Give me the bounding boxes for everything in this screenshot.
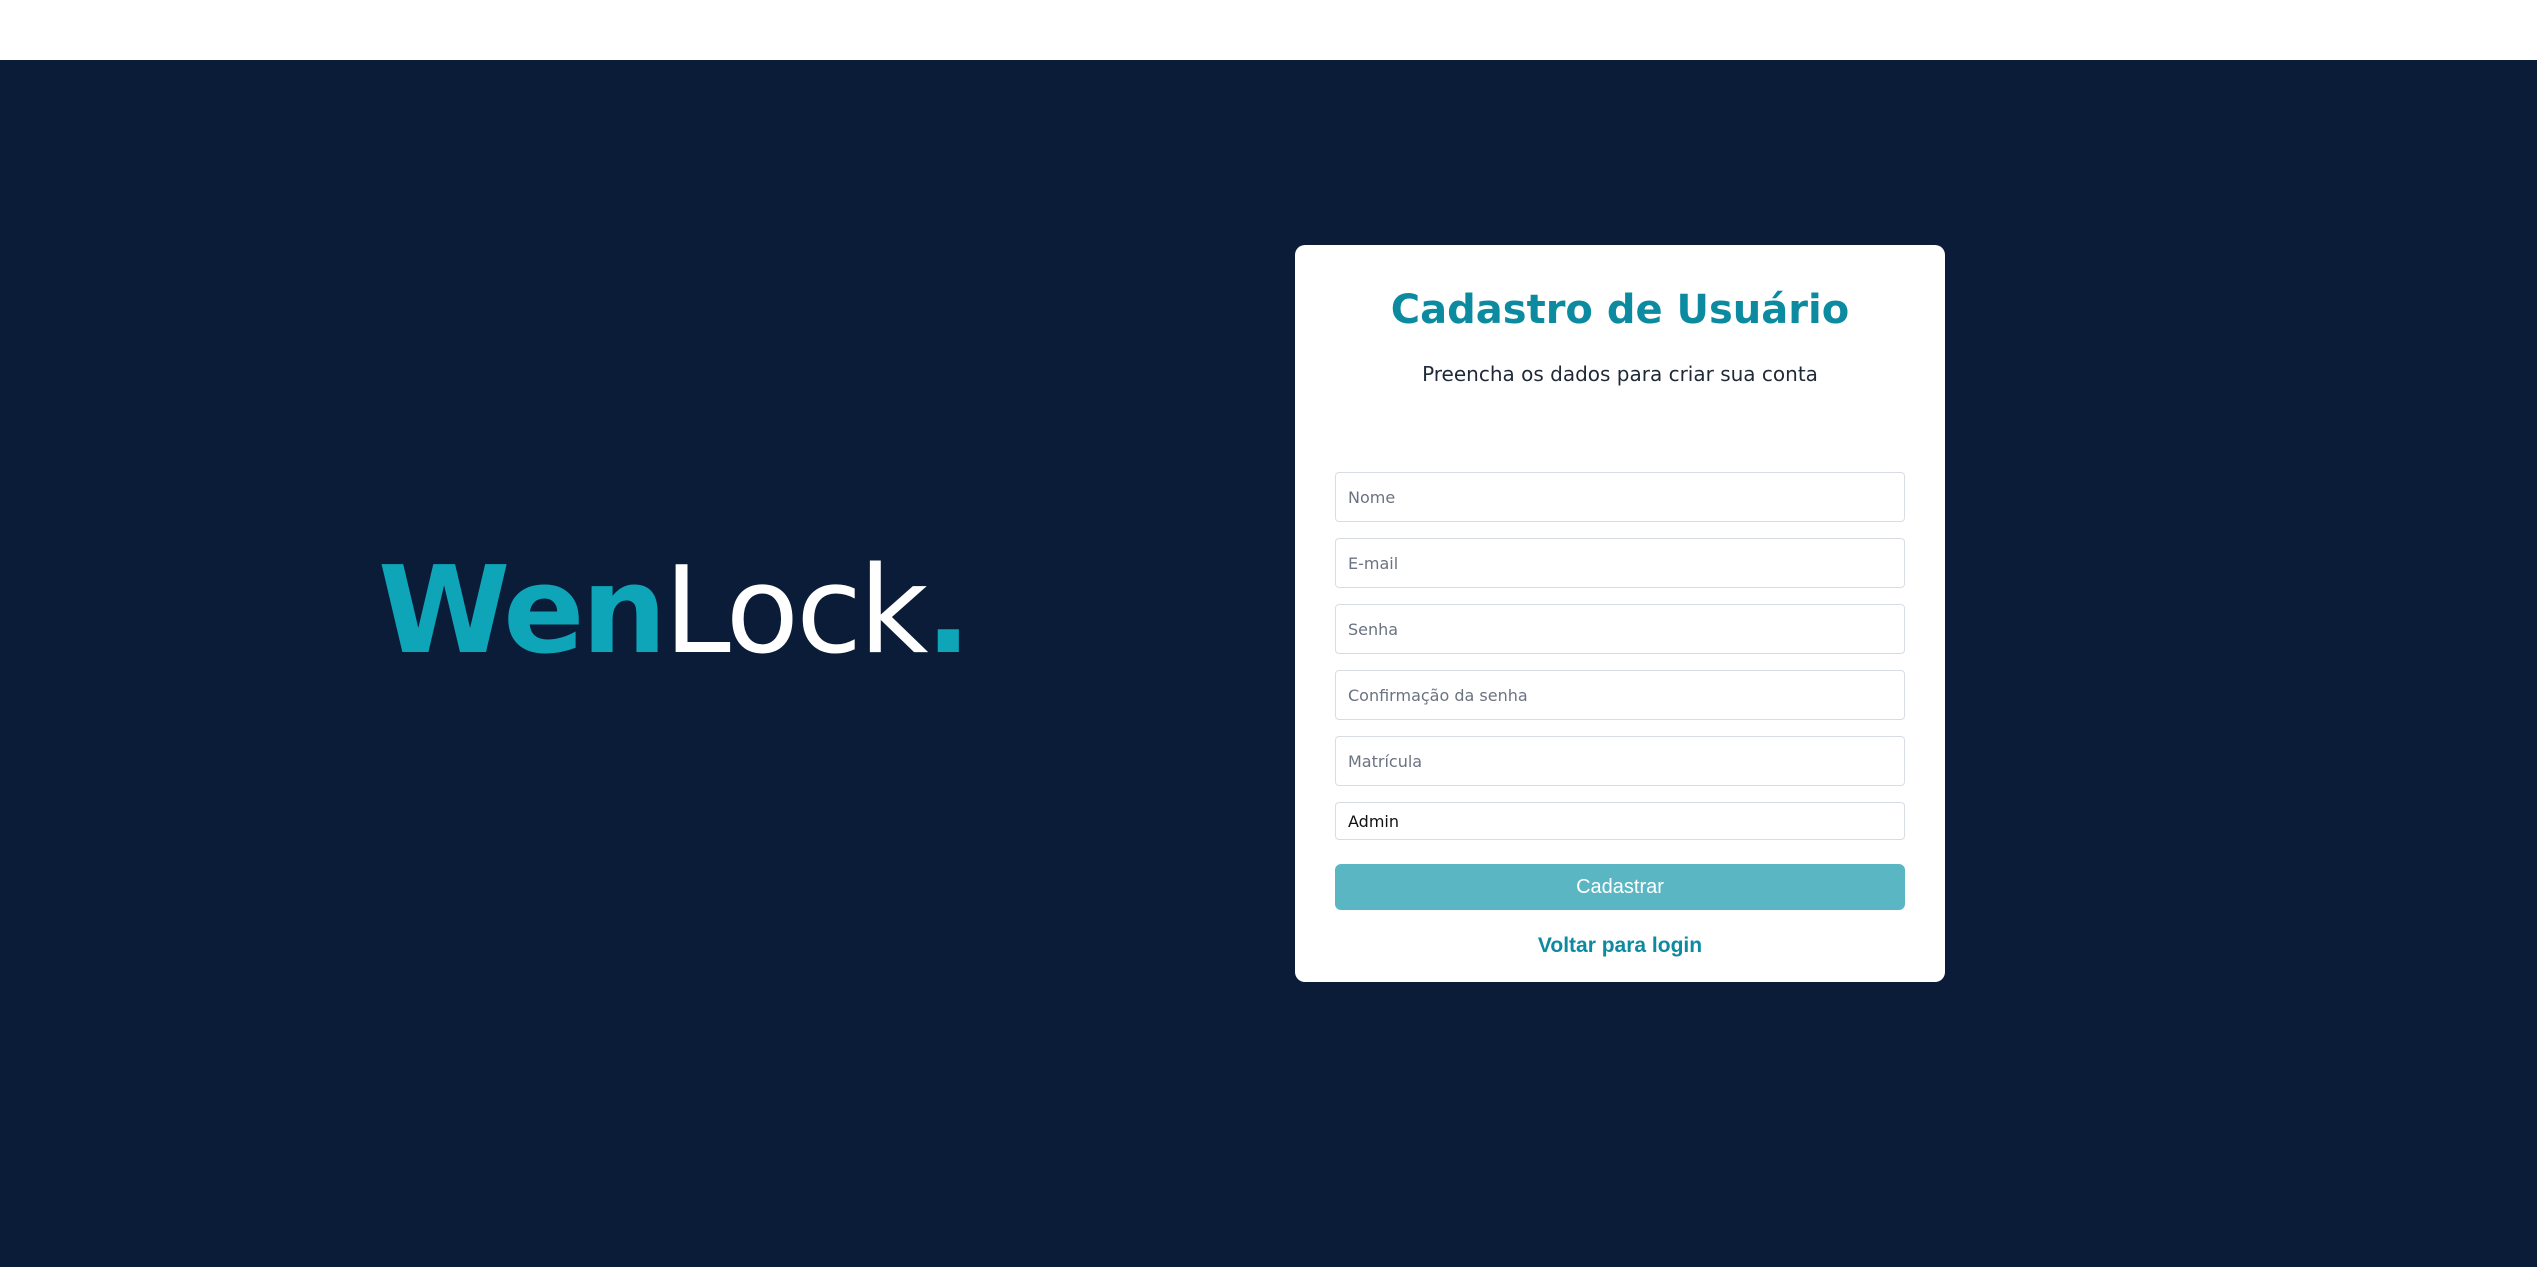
role-select-value: Admin <box>1348 811 1399 831</box>
email-input[interactable] <box>1335 538 1905 588</box>
registration-input[interactable] <box>1335 736 1905 786</box>
name-input[interactable] <box>1335 472 1905 522</box>
form-subtitle: Preencha os dados para criar sua conta <box>1422 362 1818 386</box>
form-title: Cadastro de Usuário <box>1390 287 1850 333</box>
wenlock-logo: WenLock. <box>378 552 971 672</box>
top-bar <box>0 0 2537 60</box>
signup-card: Cadastro de Usuário Preencha os dados pa… <box>1295 245 1945 982</box>
role-select[interactable]: Admin <box>1335 802 1905 840</box>
password-confirm-input[interactable] <box>1335 670 1905 720</box>
logo-lock: Lock <box>663 542 929 681</box>
password-input[interactable] <box>1335 604 1905 654</box>
logo-dot: . <box>925 542 972 681</box>
back-to-login-link[interactable]: Voltar para login <box>1295 934 1945 958</box>
logo-wen: Wen <box>378 542 667 681</box>
register-button[interactable]: Cadastrar <box>1335 864 1905 910</box>
